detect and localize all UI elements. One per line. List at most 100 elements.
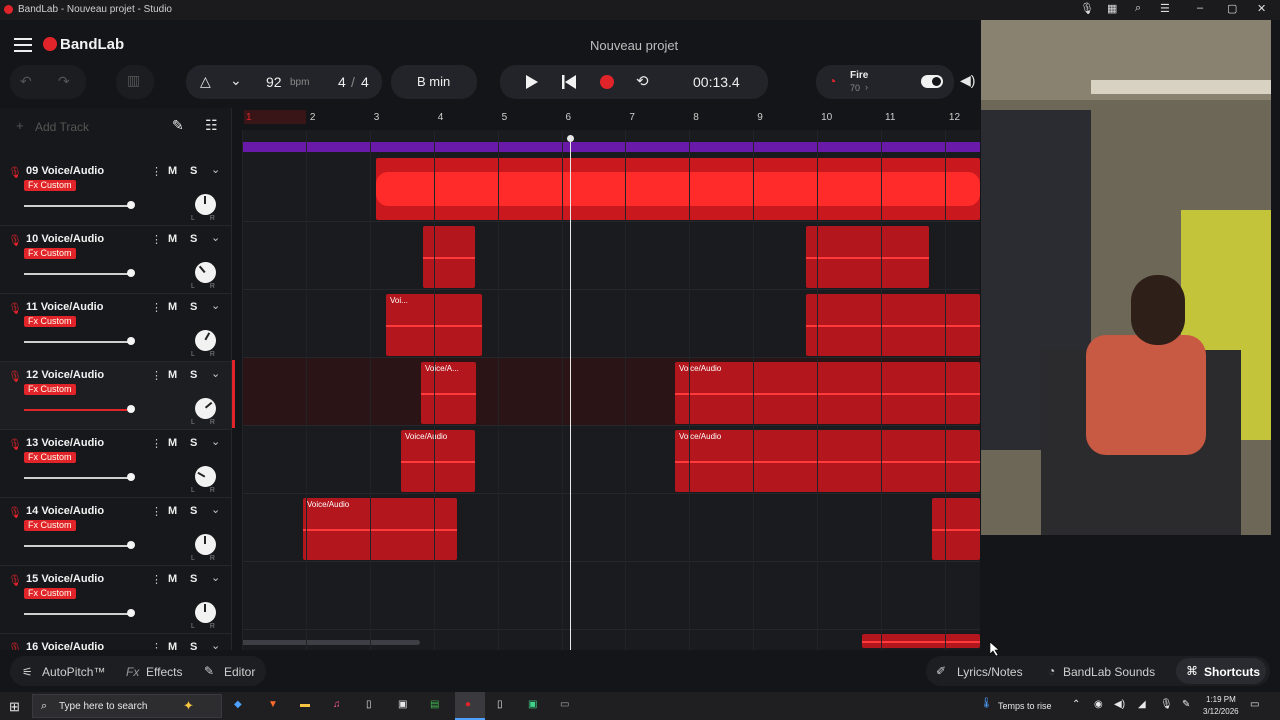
lyrics-notes-button[interactable]: Lyrics/Notes bbox=[957, 665, 1023, 679]
audio-clip[interactable] bbox=[932, 498, 980, 560]
track-options-icon[interactable]: ⋮ bbox=[151, 505, 162, 518]
record-icon[interactable] bbox=[600, 75, 614, 89]
effects-button[interactable]: Effects bbox=[146, 665, 182, 679]
copilot-icon[interactable]: ◆ bbox=[234, 699, 242, 710]
track-name[interactable]: 10 Voice/Audio bbox=[26, 233, 104, 245]
track-options-icon[interactable]: ⋮ bbox=[151, 165, 162, 178]
ruler-bar-number[interactable]: 2 bbox=[310, 112, 316, 123]
audio-clip[interactable]: Voice/Audio bbox=[401, 430, 475, 492]
volume-icon[interactable]: ◀) bbox=[1114, 699, 1125, 710]
pan-knob[interactable] bbox=[195, 534, 216, 555]
mic-icon[interactable]: 🎙 bbox=[8, 166, 22, 179]
expand-chevron-icon[interactable]: ⌄ bbox=[211, 571, 220, 584]
loop-icon[interactable]: ⟲ bbox=[636, 72, 649, 90]
store-icon[interactable]: ▤ bbox=[430, 699, 439, 710]
solo-button[interactable]: S bbox=[190, 641, 197, 650]
pen-tray-icon[interactable]: ✎ bbox=[1182, 699, 1190, 710]
volume-slider-handle[interactable] bbox=[127, 405, 135, 413]
ruler-bar-number[interactable]: 12 bbox=[949, 112, 960, 123]
microphone-tray-icon[interactable]: 🎙 bbox=[1160, 699, 1173, 710]
grid-icon[interactable]: ▦ bbox=[1107, 2, 1117, 15]
track-lane[interactable] bbox=[242, 562, 980, 630]
track-row[interactable]: 🎙 13 Voice/Audio Fx Custom ⋮ M S ⌄ LR bbox=[0, 430, 231, 498]
tray-app-icon[interactable]: ◉ bbox=[1094, 699, 1103, 710]
solo-button[interactable]: S bbox=[190, 233, 197, 245]
track-row[interactable]: 🎙 15 Voice/Audio Fx Custom ⋮ M S ⌄ LR bbox=[0, 566, 231, 634]
track-row[interactable]: 🎙 14 Voice/Audio Fx Custom ⋮ M S ⌄ LR bbox=[0, 498, 231, 566]
ruler-bar-number[interactable]: 11 bbox=[885, 112, 895, 123]
metronome-icon[interactable]: △ bbox=[200, 73, 211, 90]
audio-clip[interactable] bbox=[806, 294, 980, 356]
horizontal-scrollbar[interactable] bbox=[242, 640, 420, 645]
app-icon[interactable]: ▣ bbox=[398, 699, 407, 710]
fx-badge[interactable]: Fx Custom bbox=[24, 180, 76, 191]
solo-button[interactable]: S bbox=[190, 301, 197, 313]
notifications-icon[interactable]: ▭ bbox=[1250, 699, 1259, 710]
ruler-bar-number[interactable]: 1 bbox=[246, 112, 252, 123]
volume-slider[interactable] bbox=[24, 205, 130, 207]
zoom-icon[interactable]: ⌕ bbox=[1135, 2, 1141, 15]
track-options-icon[interactable]: ⋮ bbox=[151, 369, 162, 382]
file-explorer-icon[interactable]: ▬ bbox=[300, 699, 310, 710]
undo-icon[interactable]: ↶ bbox=[20, 73, 32, 90]
mic-icon[interactable]: 🎙 bbox=[8, 438, 22, 451]
bandlab-taskbar-button[interactable]: ● bbox=[455, 692, 485, 720]
fx-badge[interactable]: Fx Custom bbox=[24, 588, 76, 599]
expand-chevron-icon[interactable]: ⌄ bbox=[211, 435, 220, 448]
bandlab-sounds-button[interactable]: BandLab Sounds bbox=[1063, 665, 1155, 679]
mic-icon[interactable]: 🎙 bbox=[8, 234, 22, 247]
arrange-view[interactable]: 1 2 3 4 5 6 7 8 9 10 11 12 Voi... Voice/A... Voice/Au… bbox=[242, 108, 980, 650]
mute-button[interactable]: M bbox=[168, 233, 177, 245]
audio-clip[interactable] bbox=[806, 226, 929, 288]
track-options-icon[interactable]: ⋮ bbox=[151, 573, 162, 586]
fx-badge[interactable]: Fx Custom bbox=[24, 384, 76, 395]
metronome-dropdown-chevron-icon[interactable]: ⌄ bbox=[230, 72, 242, 89]
time-signature-numerator[interactable]: 4 bbox=[338, 74, 346, 90]
fx-badge[interactable]: Fx Custom bbox=[24, 452, 76, 463]
solo-button[interactable]: S bbox=[190, 165, 197, 177]
loop-region[interactable] bbox=[244, 110, 306, 124]
mute-button[interactable]: M bbox=[168, 165, 177, 177]
track-settings-icon[interactable]: ☷ bbox=[205, 117, 218, 134]
volume-slider[interactable] bbox=[24, 273, 130, 275]
solo-button[interactable]: S bbox=[190, 437, 197, 449]
arrangement-marker-bar[interactable] bbox=[242, 142, 980, 152]
expand-chevron-icon[interactable]: ⌄ bbox=[211, 639, 220, 650]
timeline-ruler[interactable]: 1 2 3 4 5 6 7 8 9 10 11 12 bbox=[242, 108, 980, 130]
brave-icon[interactable]: ▼ bbox=[268, 699, 278, 710]
fx-badge[interactable]: Fx Custom bbox=[24, 248, 76, 259]
volume-slider-handle[interactable] bbox=[127, 541, 135, 549]
playhead-handle[interactable] bbox=[567, 135, 574, 142]
track-row[interactable]: 🎙 09 Voice/Audio Fx Custom ⋮ M S ⌄ LR bbox=[0, 158, 231, 226]
tune-icon[interactable]: ✎ bbox=[172, 117, 184, 134]
expand-chevron-icon[interactable]: ⌄ bbox=[211, 299, 220, 312]
preset-toggle[interactable] bbox=[921, 75, 943, 88]
mute-button[interactable]: M bbox=[168, 505, 177, 517]
track-options-icon[interactable]: ⋮ bbox=[151, 641, 162, 650]
preset-name[interactable]: Fire bbox=[850, 70, 868, 81]
maximize-button[interactable]: ▢ bbox=[1227, 2, 1237, 15]
redo-icon[interactable]: ↷ bbox=[58, 73, 70, 90]
volume-slider[interactable] bbox=[24, 613, 130, 615]
volume-slider-handle[interactable] bbox=[127, 337, 135, 345]
expand-chevron-icon[interactable]: ⌄ bbox=[211, 503, 220, 516]
time-signature-denominator[interactable]: 4 bbox=[361, 74, 369, 90]
network-icon[interactable]: ◢ bbox=[1138, 699, 1146, 710]
notepad-icon[interactable]: ▯ bbox=[497, 699, 503, 710]
audio-clip[interactable]: Voice/Audio bbox=[675, 430, 980, 492]
volume-slider-handle[interactable] bbox=[127, 201, 135, 209]
pan-knob[interactable] bbox=[195, 602, 216, 623]
volume-slider-handle[interactable] bbox=[127, 269, 135, 277]
mute-button[interactable]: M bbox=[168, 301, 177, 313]
chat-icon[interactable]: ▣ bbox=[528, 699, 537, 710]
volume-slider[interactable] bbox=[24, 477, 130, 479]
track-name[interactable]: 12 Voice/Audio bbox=[26, 369, 104, 381]
windows-start-icon[interactable]: ⊞ bbox=[9, 699, 20, 715]
mic-icon[interactable]: 🎙 bbox=[8, 302, 22, 315]
expand-chevron-icon[interactable]: ⌄ bbox=[211, 367, 220, 380]
media-icon[interactable]: ▭ bbox=[560, 699, 569, 710]
itunes-icon[interactable]: ♫ bbox=[333, 699, 341, 710]
volume-slider[interactable] bbox=[24, 545, 130, 547]
track-name[interactable]: 16 Voice/Audio bbox=[26, 641, 104, 650]
mute-button[interactable]: M bbox=[168, 369, 177, 381]
